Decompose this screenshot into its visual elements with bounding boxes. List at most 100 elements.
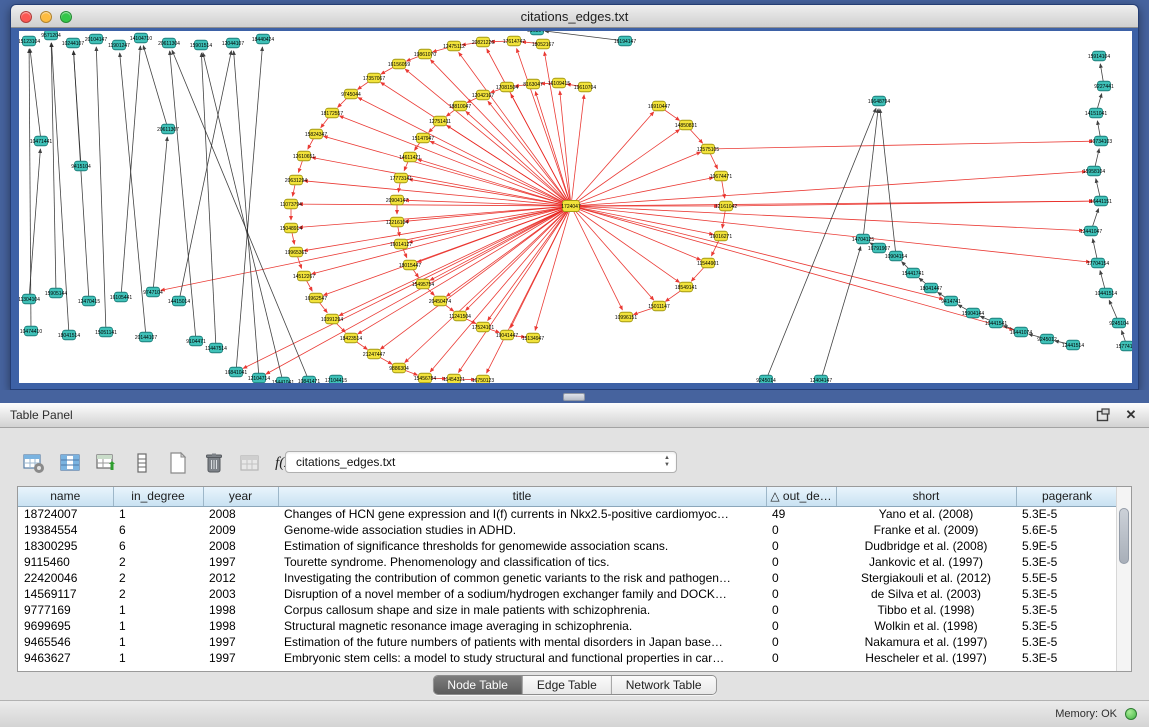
- table-row[interactable]: 2242004622012Investigating the contribut…: [18, 570, 1118, 586]
- graph-node[interactable]: 9886304: [389, 363, 409, 373]
- graph-node[interactable]: 15824347: [305, 129, 327, 139]
- graph-node[interactable]: 17614747: [503, 36, 525, 46]
- graph-node[interactable]: 16841041: [225, 367, 247, 377]
- table-row[interactable]: 1456911722003Disruption of a novel membe…: [18, 586, 1118, 602]
- graph-node[interactable]: 11073794: [280, 199, 302, 209]
- graph-node[interactable]: 20611307: [157, 124, 179, 134]
- tab-node-table[interactable]: Node Table: [433, 676, 523, 694]
- graph-node[interactable]: 18041514: [58, 330, 80, 340]
- table-row[interactable]: 977716911998Corpus callosum shape and si…: [18, 602, 1118, 618]
- graph-node[interactable]: 15914104: [1088, 51, 1110, 61]
- graph-node[interactable]: 15495754: [412, 279, 434, 289]
- graph-node[interactable]: 10244107: [62, 38, 84, 48]
- graph-node[interactable]: 1724047: [561, 201, 581, 212]
- graph-node[interactable]: 9414741: [941, 296, 961, 306]
- column-header-year[interactable]: year: [203, 487, 278, 506]
- table-row[interactable]: 1830029562008Estimation of significance …: [18, 538, 1118, 554]
- table-row[interactable]: 969969511998Structural magnetic resonanc…: [18, 618, 1118, 634]
- show-columns-icon[interactable]: [56, 450, 83, 476]
- graph-node[interactable]: 17081504: [496, 82, 518, 92]
- graph-node[interactable]: 10674471: [710, 171, 732, 181]
- float-panel-icon[interactable]: [1095, 407, 1111, 423]
- graph-node[interactable]: 17104415: [325, 375, 347, 383]
- graph-node[interactable]: 19041447: [496, 330, 518, 340]
- graph-node[interactable]: 20821226: [472, 37, 494, 47]
- column-header-out_degree[interactable]: △ out_de…: [766, 487, 836, 506]
- graph-node[interactable]: 15904144: [962, 308, 984, 318]
- graph-node[interactable]: 20904147: [386, 195, 408, 205]
- graph-node[interactable]: 18172557: [321, 108, 343, 118]
- graph-node[interactable]: 12751411: [429, 116, 451, 126]
- graph-node[interactable]: 8163047: [523, 79, 543, 89]
- table-scrollbar[interactable]: [1116, 487, 1131, 671]
- graph-node[interactable]: 10441514: [1095, 288, 1117, 298]
- graph-node[interactable]: 18423514: [340, 333, 362, 343]
- graph-node[interactable]: 16194147: [614, 36, 636, 46]
- graph-node[interactable]: 16791907: [868, 243, 890, 253]
- graph-node[interactable]: 9415104: [71, 161, 91, 171]
- graph-node[interactable]: 14415014: [168, 296, 190, 306]
- column-header-pagerank[interactable]: pagerank: [1016, 487, 1118, 506]
- graph-node[interactable]: 12475112: [443, 41, 465, 51]
- column-header-short[interactable]: short: [836, 487, 1016, 506]
- graph-node[interactable]: 15134947: [522, 333, 544, 343]
- tab-edge-table[interactable]: Edge Table: [523, 676, 612, 694]
- graph-node[interactable]: 15901514: [190, 40, 212, 50]
- graph-node[interactable]: 11241504: [449, 311, 471, 321]
- graph-node[interactable]: 17773141: [390, 173, 412, 183]
- table-row[interactable]: 946554611997Estimation of the future num…: [18, 634, 1118, 650]
- graph-node[interactable]: 16105441: [110, 292, 132, 302]
- table-chooser-dropdown[interactable]: citations_edges.txt ▲▼: [285, 451, 677, 473]
- graph-node[interactable]: 9747104: [143, 287, 163, 297]
- graph-node[interactable]: 12470415: [78, 296, 100, 306]
- tab-network-table[interactable]: Network Table: [612, 676, 716, 694]
- graph-node[interactable]: 9227441: [1094, 81, 1114, 91]
- table-settings-icon[interactable]: [20, 450, 47, 476]
- graph-node[interactable]: 12610651: [293, 151, 315, 161]
- graph-node[interactable]: 16910447: [648, 101, 670, 111]
- graph-node[interactable]: 19610704: [574, 82, 596, 92]
- panel-splitter-handle[interactable]: [563, 393, 585, 401]
- row-height-icon[interactable]: [128, 450, 155, 476]
- graph-node[interactable]: 14104710: [130, 33, 152, 43]
- graph-node[interactable]: 14512267: [293, 271, 315, 281]
- graph-node[interactable]: 14704125: [852, 234, 874, 244]
- graph-node[interactable]: 10841471: [298, 376, 320, 383]
- import-table-icon[interactable]: [92, 450, 119, 476]
- table-row[interactable]: 946362711997Embryonic stem cells: a mode…: [18, 650, 1118, 666]
- graph-node[interactable]: 17704154: [1087, 258, 1109, 268]
- graph-node[interactable]: 19861070: [414, 49, 436, 59]
- graph-node[interactable]: 16014127: [390, 239, 412, 249]
- graph-node[interactable]: 20144107: [135, 332, 157, 342]
- panel-splitter[interactable]: [0, 390, 1149, 403]
- graph-node[interactable]: 19734103: [1090, 136, 1112, 146]
- graph-node[interactable]: 18549141: [675, 282, 697, 292]
- graph-node[interactable]: 15774104: [1116, 341, 1132, 351]
- graph-node[interactable]: 12404147: [810, 375, 832, 383]
- graph-node[interactable]: 14850831: [675, 120, 697, 130]
- graph-node[interactable]: 17357067: [363, 73, 385, 83]
- graph-node[interactable]: 10904154: [885, 251, 907, 261]
- table-row[interactable]: 1872400712008Changes of HCN gene express…: [18, 506, 1118, 522]
- graph-node[interactable]: 16441151: [1090, 196, 1112, 206]
- disabled-table-icon[interactable]: [236, 450, 263, 476]
- graph-node[interactable]: 10996151: [615, 312, 637, 322]
- column-header-title[interactable]: title: [278, 487, 766, 506]
- graph-node[interactable]: 21247447: [363, 349, 385, 359]
- graph-node[interactable]: 18440424: [252, 34, 274, 44]
- graph-node[interactable]: 10471441: [30, 136, 52, 146]
- graph-node[interactable]: 14151041: [1085, 108, 1107, 118]
- graph-node[interactable]: 16648794: [868, 96, 890, 106]
- graph-node[interactable]: 14611421: [399, 152, 421, 162]
- graph-node[interactable]: 15441741: [902, 268, 924, 278]
- graph-node[interactable]: 9245104: [1109, 318, 1129, 328]
- graph-node[interactable]: 15123104: [19, 36, 40, 46]
- graph-node[interactable]: 10474410: [20, 326, 42, 336]
- new-column-icon[interactable]: [164, 450, 191, 476]
- delete-column-icon[interactable]: [200, 450, 227, 476]
- network-canvas[interactable]: 1724047 18052167 17614747 20821226 12475112 1…: [19, 31, 1132, 383]
- table-row[interactable]: 911546021997Tourette syndrome. Phenomeno…: [18, 554, 1118, 570]
- graph-node[interactable]: 12161042: [715, 201, 737, 211]
- graph-node[interactable]: 18810047: [449, 101, 471, 111]
- graph-node[interactable]: 18052167: [532, 39, 554, 49]
